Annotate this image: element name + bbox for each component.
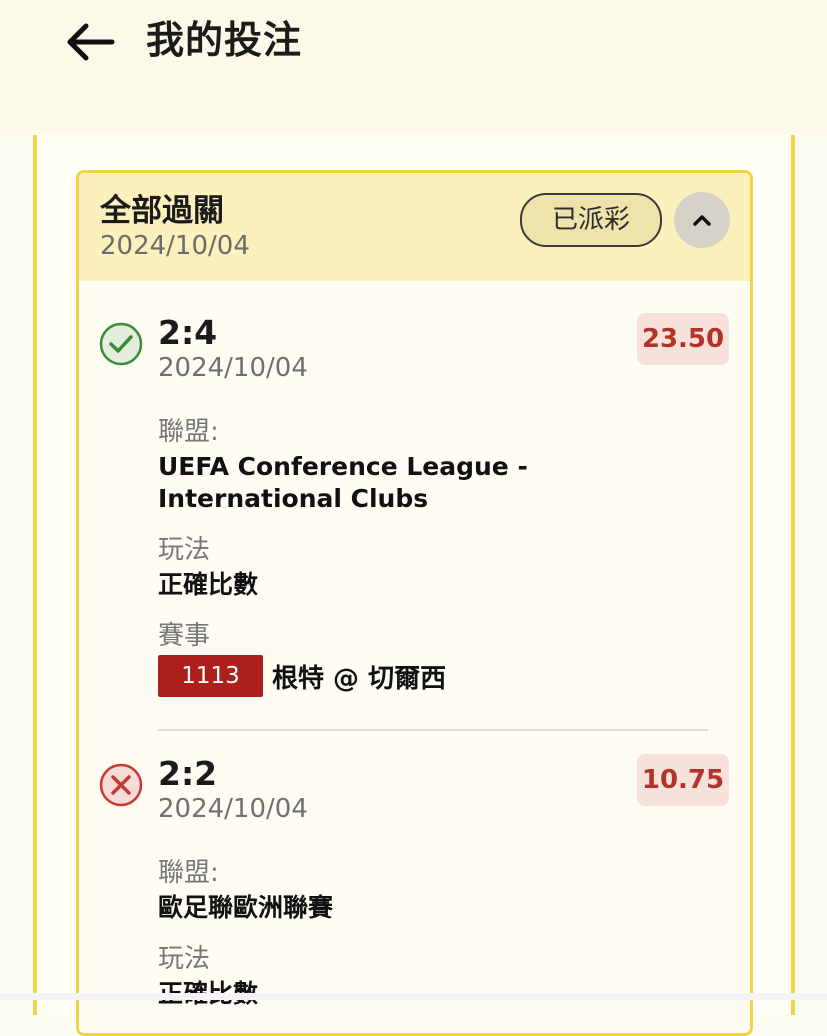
top-header: 我的投注: [0, 0, 827, 135]
match-label: 賽事: [158, 621, 211, 651]
league-value: UEFA Conference League - International C…: [158, 452, 528, 513]
back-button[interactable]: [62, 18, 118, 66]
match-code-badge: 1113: [158, 655, 263, 697]
page-title: 我的投注: [146, 18, 303, 62]
league-label: 聯盟:: [158, 858, 219, 888]
leg-date: 2024/10/04: [158, 353, 308, 383]
bet-date: 2024/10/04: [100, 231, 250, 261]
leg-score: 2:2: [158, 754, 218, 793]
collapse-button[interactable]: [674, 192, 730, 248]
match-name: 根特 @ 切爾西: [272, 663, 447, 694]
play-label: 玩法: [158, 535, 211, 565]
leg-score: 2:4: [158, 313, 218, 352]
bet-card-header[interactable]: 全部過關 2024/10/04 已派彩: [79, 173, 750, 281]
match-row: 1113 根特 @ 切爾西: [158, 655, 446, 697]
bet-card: 全部過關 2024/10/04 已派彩 2:4 2024/10/04 23.50…: [76, 170, 753, 1036]
x-circle-icon: [98, 762, 144, 808]
leg-date: 2024/10/04: [158, 794, 308, 824]
play-label: 玩法: [158, 944, 211, 974]
check-circle-icon: [98, 321, 144, 367]
leg-divider: [158, 729, 708, 731]
status-badge: 已派彩: [520, 193, 662, 247]
league-value: 歐足聯歐洲聯賽: [158, 893, 334, 922]
arrow-left-icon: [67, 23, 115, 61]
bet-type: 全部過關: [100, 193, 224, 229]
chevron-up-icon: [693, 215, 711, 226]
odds-badge: 10.75: [637, 754, 729, 806]
bottom-bar: [0, 993, 827, 1000]
league-label: 聯盟:: [158, 417, 219, 447]
bet-leg: 2:4 2024/10/04 23.50 聯盟: UEFA Conference…: [79, 311, 750, 731]
odds-badge: 23.50: [637, 313, 729, 365]
play-value: 正確比數: [158, 570, 259, 599]
